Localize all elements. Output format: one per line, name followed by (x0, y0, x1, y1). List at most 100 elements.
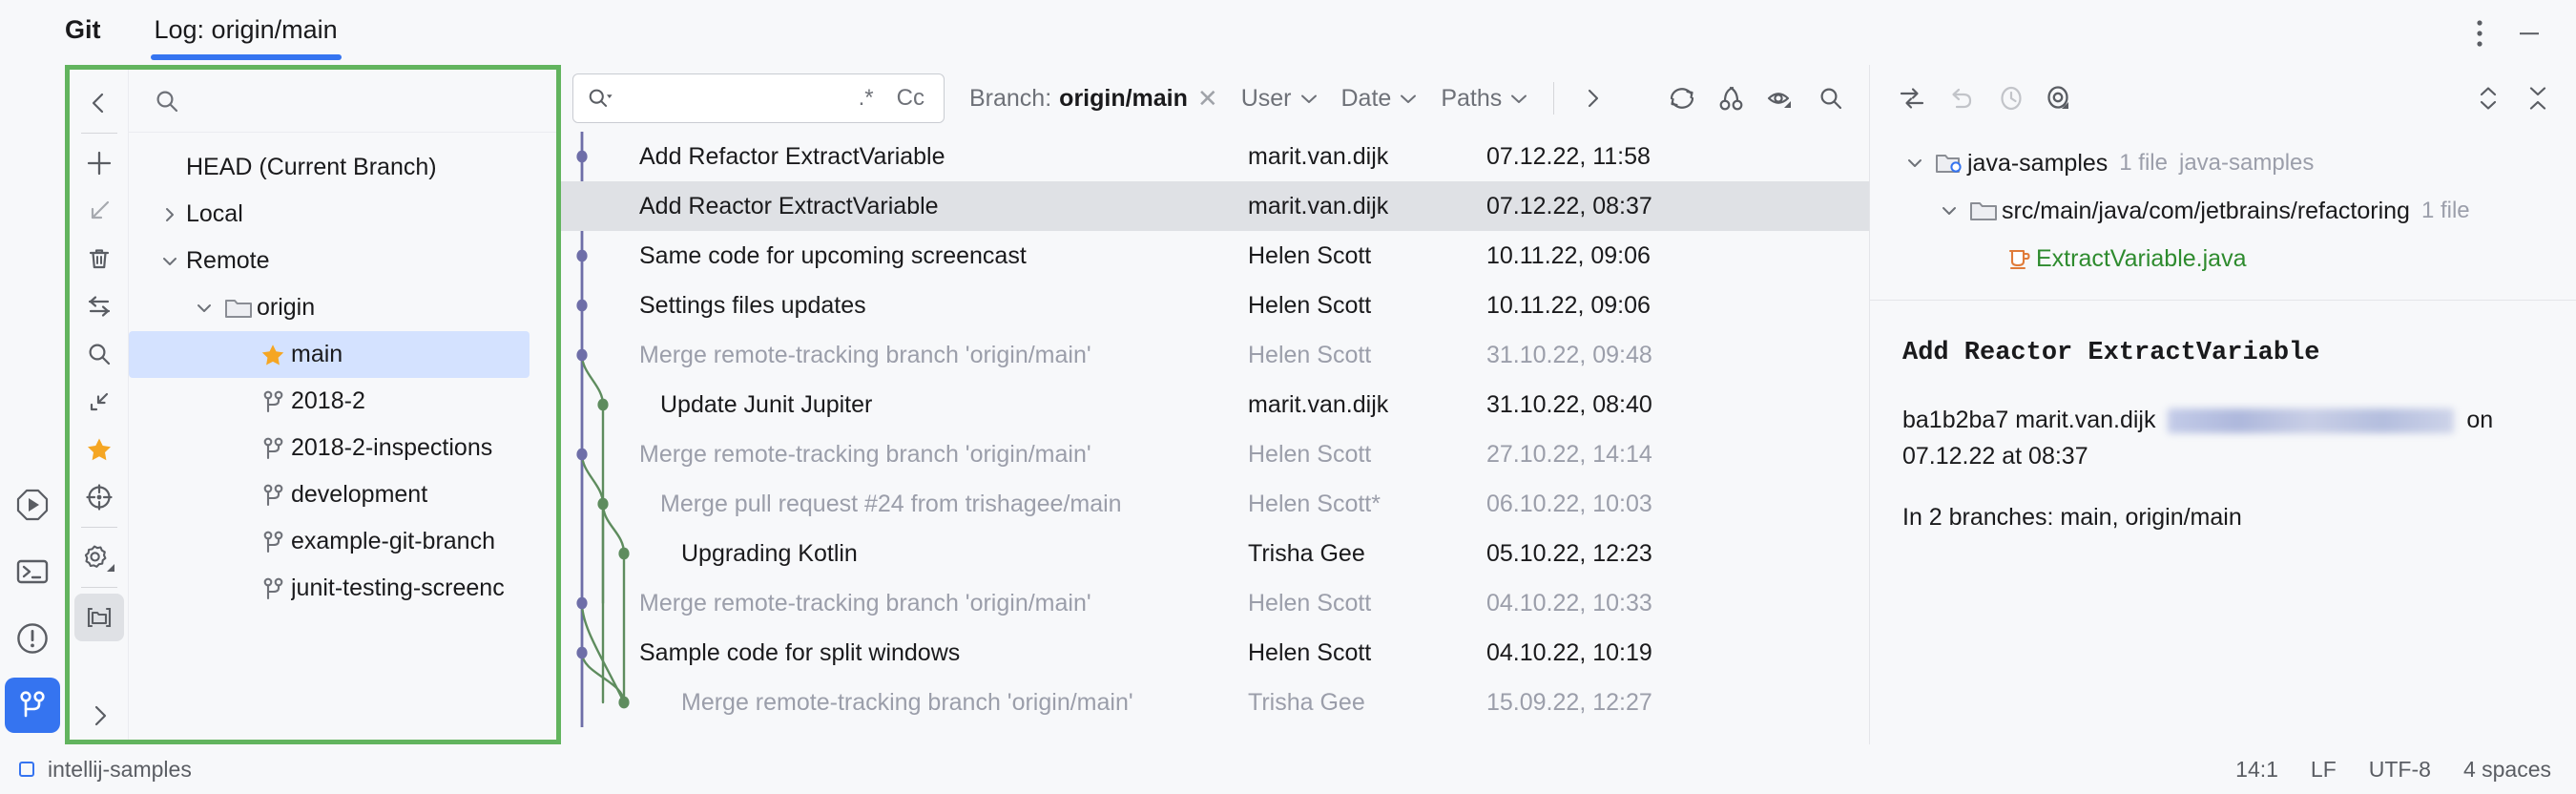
branch-tree-item-development[interactable]: development (129, 471, 556, 518)
commit-row[interactable]: Add Reactor ExtractVariablemarit.van.dij… (561, 181, 1869, 231)
commit-row[interactable]: Sample code for split windowsHelen Scott… (561, 628, 1869, 678)
problems-tool-window[interactable] (5, 611, 60, 666)
minimize-icon[interactable] (2507, 11, 2551, 55)
branch-tree-item-origin[interactable]: origin (129, 284, 556, 331)
search-branch-button[interactable] (74, 330, 124, 378)
log-search-input[interactable]: .* Cc (572, 73, 945, 123)
commit-subject: Upgrading Kotlin (561, 540, 1248, 568)
regex-toggle[interactable]: .* (851, 85, 882, 112)
git-tool-window[interactable] (5, 678, 60, 733)
branch-icon (255, 388, 291, 415)
new-branch-button[interactable] (74, 139, 124, 187)
settings-button[interactable] (74, 533, 124, 581)
collapse-all-button[interactable] (74, 378, 124, 426)
expand-all-button[interactable] (2463, 73, 2513, 123)
commit-row[interactable]: Same code for upcoming screencastHelen S… (561, 231, 1869, 281)
delete-branch-button[interactable] (74, 235, 124, 282)
update-branch-button[interactable] (74, 282, 124, 330)
chevron-down-icon[interactable] (1899, 154, 1931, 173)
show-branch-graph-button[interactable] (1707, 73, 1756, 123)
commit-author: marit.van.dijk (1248, 193, 1486, 220)
commit-row[interactable]: Update Junit Jupitermarit.van.dijk31.10.… (561, 380, 1869, 429)
indent-setting[interactable]: 4 spaces (2463, 757, 2551, 783)
chevron-right-icon[interactable] (154, 205, 186, 224)
commit-row[interactable]: Merge remote-tracking branch 'origin/mai… (561, 678, 1869, 727)
branch-tree-item-2018-2-inspections[interactable]: 2018-2-inspections (129, 425, 556, 471)
presentation-settings-button[interactable] (1756, 73, 1806, 123)
branch-tree-item-example-git-branch[interactable]: example-git-branch (129, 518, 556, 565)
commit-row[interactable]: Merge remote-tracking branch 'origin/mai… (561, 578, 1869, 628)
commit-subject: Same code for upcoming screencast (561, 242, 1248, 270)
chevron-down-icon[interactable] (154, 252, 186, 271)
show-diff-button[interactable] (1887, 73, 1937, 123)
java-file-icon (2000, 245, 2036, 272)
changed-files-group-row[interactable]: java-samples1 filejava-samples (1870, 139, 2576, 187)
branch-tree-item-label: main (291, 341, 343, 368)
date-filter[interactable]: Date (1330, 73, 1430, 123)
commit-row[interactable]: Settings files updatesHelen Scott10.11.2… (561, 281, 1869, 330)
commit-date: 07.12.22, 08:37 (1486, 193, 1725, 220)
revert-button[interactable] (1937, 73, 1986, 123)
date-filter-label: Date (1341, 85, 1392, 113)
paths-filter[interactable]: Paths (1429, 73, 1540, 123)
file-encoding[interactable]: UTF-8 (2369, 757, 2431, 783)
caret-position[interactable]: 14:1 (2235, 757, 2278, 783)
on-label: on (2466, 407, 2493, 433)
changed-file-row[interactable]: ExtractVariable.java (1870, 235, 2576, 282)
project-name[interactable]: intellij-samples (48, 757, 192, 783)
line-separator[interactable]: LF (2311, 757, 2337, 783)
tab-log-origin-main[interactable]: Log: origin/main (141, 0, 351, 44)
chevron-down-icon (1299, 93, 1319, 105)
commit-author: Helen Scott* (1248, 491, 1486, 518)
collapse-panel-button[interactable] (74, 79, 124, 127)
find-in-log-button[interactable] (1806, 73, 1856, 123)
branch-tree-item-junit-testing-screenc[interactable]: junit-testing-screenc (129, 565, 556, 612)
favorites-button[interactable] (74, 426, 124, 473)
terminal-tool-window[interactable] (5, 544, 60, 599)
filter-overflow-button[interactable] (1568, 73, 1617, 123)
branch-tree-item-head-current-branch-[interactable]: HEAD (Current Branch) (129, 144, 556, 191)
commit-author: Trisha Gee (1248, 689, 1486, 717)
branch-search-row[interactable] (129, 70, 556, 133)
commit-author: Helen Scott (1248, 441, 1486, 469)
commit-hash[interactable]: ba1b2ba7 (1902, 407, 2008, 433)
chevron-down-icon[interactable] (188, 299, 220, 318)
commit-row[interactable]: Add Refactor ExtractVariablemarit.van.di… (561, 132, 1869, 181)
run-tool-window[interactable] (5, 477, 60, 533)
commit-author: Helen Scott (1248, 342, 1486, 369)
commit-row[interactable]: Merge remote-tracking branch 'origin/mai… (561, 429, 1869, 479)
folder-icon (220, 296, 257, 321)
group-by-directory-button[interactable] (74, 594, 124, 641)
changed-files-count: 1 file (2119, 150, 2168, 177)
commit-row[interactable]: Upgrading KotlinTrisha Gee05.10.22, 12:2… (561, 529, 1869, 578)
branch-tree-item-label: origin (257, 294, 315, 322)
branch-tree-item-2018-2[interactable]: 2018-2 (129, 378, 556, 425)
show-history-button[interactable] (1986, 73, 2036, 123)
view-options-button[interactable] (2036, 73, 2086, 123)
commit-row[interactable]: Merge remote-tracking branch 'origin/mai… (561, 330, 1869, 380)
refresh-button[interactable] (1657, 73, 1707, 123)
branch-tree-item-remote[interactable]: Remote (129, 238, 556, 284)
changed-files-group-row[interactable]: src/main/java/com/jetbrains/refactoring1… (1870, 187, 2576, 235)
branch-filter[interactable]: Branch: origin/main ✕ (958, 73, 1230, 123)
user-filter[interactable]: User (1230, 73, 1330, 123)
branch-tree-item-local[interactable]: Local (129, 191, 556, 238)
commit-subject: Merge pull request #24 from trishagee/ma… (561, 491, 1248, 518)
commit-row[interactable]: Merge pull request #24 from trishagee/ma… (561, 479, 1869, 529)
branch-tree-item-main[interactable]: main (129, 331, 530, 378)
search-dropdown-icon[interactable] (587, 86, 613, 111)
checkout-button[interactable] (74, 187, 124, 235)
match-case-toggle[interactable]: Cc (889, 85, 932, 112)
close-icon[interactable]: ✕ (1195, 84, 1218, 114)
collapse-all-button[interactable] (2513, 73, 2563, 123)
tab-log-label: Log: origin/main (155, 15, 338, 44)
chevron-down-icon[interactable] (1933, 201, 1965, 220)
scope-button[interactable] (74, 473, 124, 521)
commit-table[interactable]: Add Refactor ExtractVariablemarit.van.di… (561, 132, 1869, 744)
vertical-ellipsis-icon[interactable] (2458, 11, 2502, 55)
branch-tree-item-label: junit-testing-screenc (291, 575, 505, 602)
expand-toolbar-button[interactable] (74, 692, 124, 740)
commit-email-redacted (2168, 408, 2454, 433)
commit-author-line: ba1b2ba7 marit.van.dijk on 07.12.22 at 0… (1902, 402, 2544, 474)
branch-tree-item-label: 2018-2-inspections (291, 434, 492, 462)
